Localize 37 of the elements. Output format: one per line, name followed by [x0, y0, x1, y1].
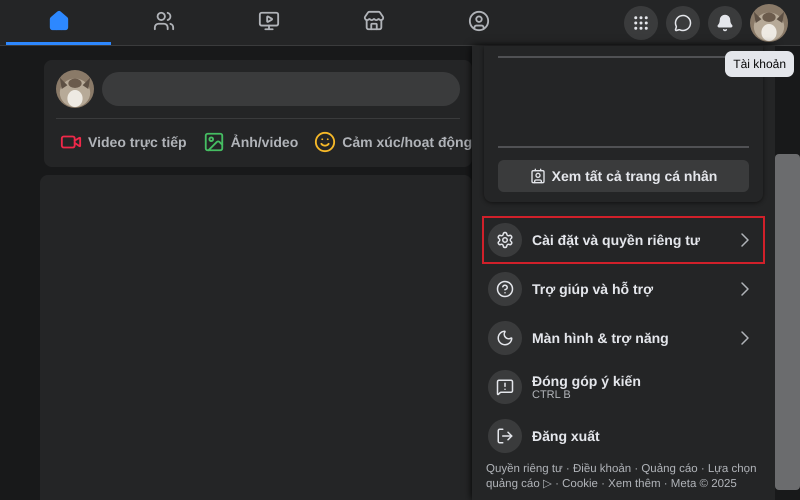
smiley-icon	[314, 131, 336, 153]
messenger-button[interactable]	[666, 6, 700, 40]
grid-icon	[632, 14, 650, 32]
menu-button[interactable]	[624, 6, 658, 40]
menu-item-label: Đóng góp ý kiến	[532, 373, 642, 389]
feedback-icon	[496, 378, 514, 396]
scrollbar-thumb[interactable]	[775, 154, 800, 490]
menu-item[interactable]: Cài đặt và quyền riêng tư	[482, 216, 765, 264]
menu-item[interactable]: Đăng xuất	[482, 412, 765, 460]
menu-item-label: Trợ giúp và hỗ trợ	[532, 281, 654, 297]
notifications-button[interactable]	[708, 6, 742, 40]
help-icon	[496, 280, 514, 298]
menu-item[interactable]: Màn hình & trợ năng	[482, 314, 765, 362]
home-icon	[48, 10, 70, 32]
footer-links: Quyền riêng tư · Điều khoản · Quảng cáo · Lựa chọn quảng cáo ▷ · Cookie · Xem thêm · Meta © 2025	[485, 462, 758, 492]
menu-item[interactable]: Đóng góp ý kiến CTRL B	[482, 363, 765, 411]
user-circle-icon	[468, 10, 490, 32]
menu-item-label: Đăng xuất	[532, 428, 601, 444]
shortcut-hint: CTRL B	[532, 389, 572, 401]
menu-item-label: Cài đặt và quyền riêng tư	[532, 232, 702, 248]
profiles-icon	[530, 168, 546, 184]
store-icon	[362, 10, 384, 32]
composer-action[interactable]: Cảm xúc/hoạt động	[310, 125, 476, 159]
composer-action[interactable]: Ảnh/video	[198, 125, 302, 159]
menu-item-label: Màn hình & trợ năng	[532, 330, 670, 346]
bell-icon	[716, 14, 734, 32]
logout-icon	[496, 427, 514, 445]
moon-icon	[496, 329, 514, 347]
video-icon	[258, 10, 280, 32]
menu-item[interactable]: Trợ giúp và hỗ trợ	[482, 265, 765, 313]
see-all-profiles-button[interactable]: Xem tất cả trang cá nhân	[498, 160, 749, 192]
settings-icon	[496, 231, 514, 249]
tooltip: Tài khoản	[725, 51, 794, 77]
people-icon	[152, 10, 174, 32]
composer-action[interactable]: Video trực tiếp	[56, 125, 191, 159]
photo-icon	[202, 131, 225, 153]
chat-bubble-icon	[674, 14, 692, 32]
